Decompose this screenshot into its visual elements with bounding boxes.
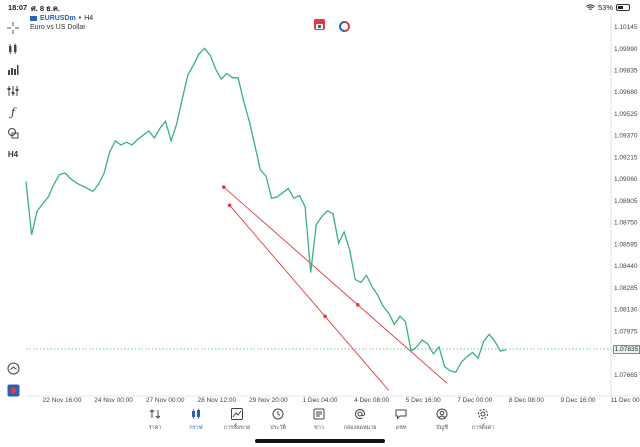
- time-tick-label: 24 Nov 00:00: [94, 397, 133, 404]
- time-tick-label: 27 Nov 00:00: [146, 397, 185, 404]
- chat-icon: [395, 406, 407, 422]
- nav-item-label: การตั้งค่า: [471, 425, 495, 431]
- time-tick-label: 28 Nov 12:00: [197, 397, 236, 404]
- nav-item-chart[interactable]: กราฟ: [174, 406, 218, 438]
- nav-item-news[interactable]: ข่าว: [297, 406, 341, 438]
- price-tick-label: 1.08750: [614, 220, 638, 227]
- account-icon: [436, 406, 448, 422]
- nav-item-mailbox[interactable]: กล่องจดหมาย: [338, 406, 382, 438]
- price-tick-label: 1.08440: [614, 263, 638, 270]
- price-series-line: [25, 47, 507, 373]
- nav-item-quotes[interactable]: ราคา: [133, 406, 177, 438]
- nav-item-history[interactable]: ประวัติ: [256, 406, 300, 438]
- nav-item-label: ประวัติ: [269, 425, 287, 431]
- channel-line[interactable]: [223, 186, 448, 384]
- channel-line[interactable]: [229, 205, 390, 391]
- time-tick-label: 8 Dec 08:00: [509, 397, 544, 404]
- price-tick-label: 1.09990: [614, 46, 638, 53]
- time-tick-label: 9 Dec 16:00: [560, 397, 595, 404]
- time-tick-label: 4 Dec 08:00: [354, 397, 389, 404]
- price-tick-label: 1.09215: [614, 154, 638, 161]
- time-tick-label: 7 Dec 00:00: [457, 397, 492, 404]
- price-axis: 1.10145 1.09990 1.09835 1.09680 1.09525 1.093…: [614, 24, 638, 379]
- price-tick-label: 1.08905: [614, 198, 638, 205]
- price-tick-label: 1.09060: [614, 176, 638, 183]
- time-tick-label: 29 Nov 20:00: [249, 397, 288, 404]
- nav-item-label: ราคา: [148, 425, 162, 431]
- time-tick-label: 11 Dec 00:00: [611, 397, 640, 404]
- price-tick-label: 1.07975: [614, 328, 638, 335]
- nav-item-label: กล่องจดหมาย: [343, 425, 377, 431]
- price-tick-label: 1.08595: [614, 241, 638, 248]
- channel-mid-point[interactable]: [356, 303, 360, 307]
- quotes-icon: [149, 406, 161, 422]
- price-chart[interactable]: 1.10145 1.09990 1.09835 1.09680 1.09525 1.093…: [0, 0, 640, 404]
- channel-anchor-point[interactable]: [227, 203, 232, 208]
- news-icon: [313, 406, 325, 422]
- nav-item-label: การซื้อขาย: [223, 425, 251, 431]
- nav-item-chat[interactable]: แชท: [379, 406, 423, 438]
- time-tick-label: 5 Dec 16:00: [406, 397, 441, 404]
- time-tick-label: 22 Nov 16:00: [43, 397, 82, 404]
- nav-item-settings[interactable]: การตั้งค่า: [461, 406, 505, 438]
- price-tick-label: 1.08130: [614, 307, 638, 314]
- mailbox-icon: [354, 406, 366, 422]
- chart-icon: [190, 406, 202, 422]
- chart-grid: [26, 16, 640, 397]
- price-tick-label: 1.09835: [614, 67, 638, 74]
- price-tick-label: 1.09370: [614, 133, 638, 140]
- nav-item-label: ข่าว: [314, 425, 324, 431]
- nav-item-label: แชท: [395, 425, 407, 431]
- nav-item-account[interactable]: บัญชี: [420, 406, 464, 438]
- nav-item-label: กราฟ: [189, 425, 203, 431]
- channel-anchor-point[interactable]: [221, 185, 226, 189]
- channel-mid-point[interactable]: [323, 314, 327, 319]
- price-tick-label: 1.09525: [614, 111, 638, 118]
- price-tick-label: 1.10145: [614, 24, 638, 31]
- current-price-label: 1.07835: [613, 345, 640, 354]
- price-tick-label: 1.07665: [614, 372, 638, 379]
- nav-item-label: บัญชี: [436, 425, 448, 431]
- history-icon: [272, 406, 284, 422]
- trade-icon: [231, 406, 243, 422]
- price-tick-label: 1.08285: [614, 285, 638, 292]
- time-axis: 22 Nov 16:00 24 Nov 00:00 27 Nov 00:00 28 N…: [43, 397, 640, 404]
- time-tick-label: 1 Dec 04:00: [302, 397, 337, 404]
- home-indicator: [255, 439, 385, 443]
- channel-lines[interactable]: [221, 185, 448, 391]
- settings-icon: [477, 406, 489, 422]
- nav-item-trade[interactable]: การซื้อขาย: [215, 406, 259, 438]
- price-tick-label: 1.09680: [614, 89, 638, 96]
